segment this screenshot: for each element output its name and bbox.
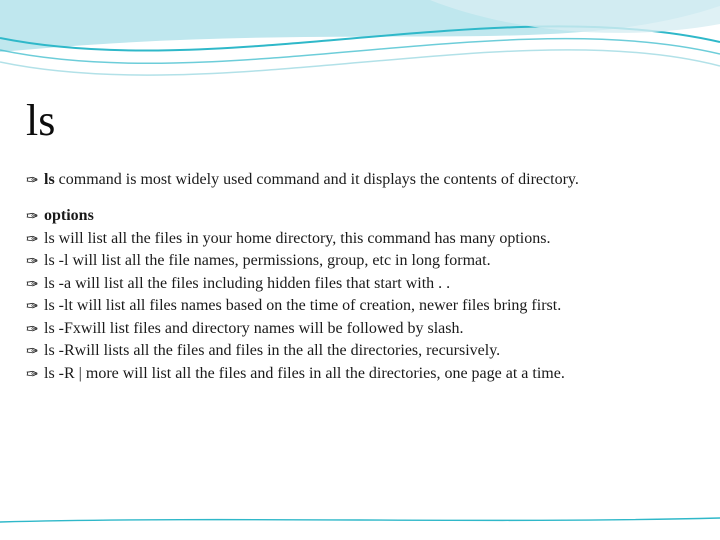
bullet-icon: ✑	[26, 231, 39, 250]
bullet-item: ✑ ls -l will list all the file names, pe…	[26, 251, 694, 271]
bullet-text: ls command is most widely used command a…	[44, 171, 579, 188]
bullet-item: ✑ ls -lt will list all files names based…	[26, 296, 694, 316]
bullet-text: ls -R | more will list all the files and…	[44, 365, 565, 382]
slide-title: ls	[26, 95, 55, 146]
bullet-icon: ✑	[26, 321, 39, 340]
bullet-item: ✑ ls will list all the files in your hom…	[26, 229, 694, 249]
bottom-line-decoration	[0, 516, 720, 524]
bullet-text: ls -l will list all the file names, perm…	[44, 252, 491, 269]
slide-body: ✑ ls command is most widely used command…	[26, 170, 694, 386]
top-swoosh-decoration	[0, 0, 720, 120]
bullet-icon: ✑	[26, 276, 39, 295]
bullet-icon: ✑	[26, 366, 39, 385]
bullet-text: ls -Rwill lists all the files and files …	[44, 342, 500, 359]
bullet-icon: ✑	[26, 298, 39, 317]
bullet-text: ls -a will list all the files including …	[44, 275, 450, 292]
bullet-icon: ✑	[26, 172, 39, 191]
bullet-icon: ✑	[26, 253, 39, 272]
bullet-text: ls -Fxwill list files and directory name…	[44, 320, 464, 337]
bullet-item: ✑ ls command is most widely used command…	[26, 170, 694, 190]
bullet-item: ✑ ls -Rwill lists all the files and file…	[26, 341, 694, 361]
bullet-icon: ✑	[26, 208, 39, 227]
bullet-text: options	[44, 207, 94, 224]
bullet-text: ls will list all the files in your home …	[44, 230, 550, 247]
bullet-item: ✑ ls -a will list all the files includin…	[26, 274, 694, 294]
bullet-item: ✑ ls -Fxwill list files and directory na…	[26, 319, 694, 339]
bullet-text: ls -lt will list all files names based o…	[44, 297, 561, 314]
bullet-item: ✑ options	[26, 206, 694, 226]
bullet-item: ✑ ls -R | more will list all the files a…	[26, 364, 694, 384]
bullet-icon: ✑	[26, 343, 39, 362]
